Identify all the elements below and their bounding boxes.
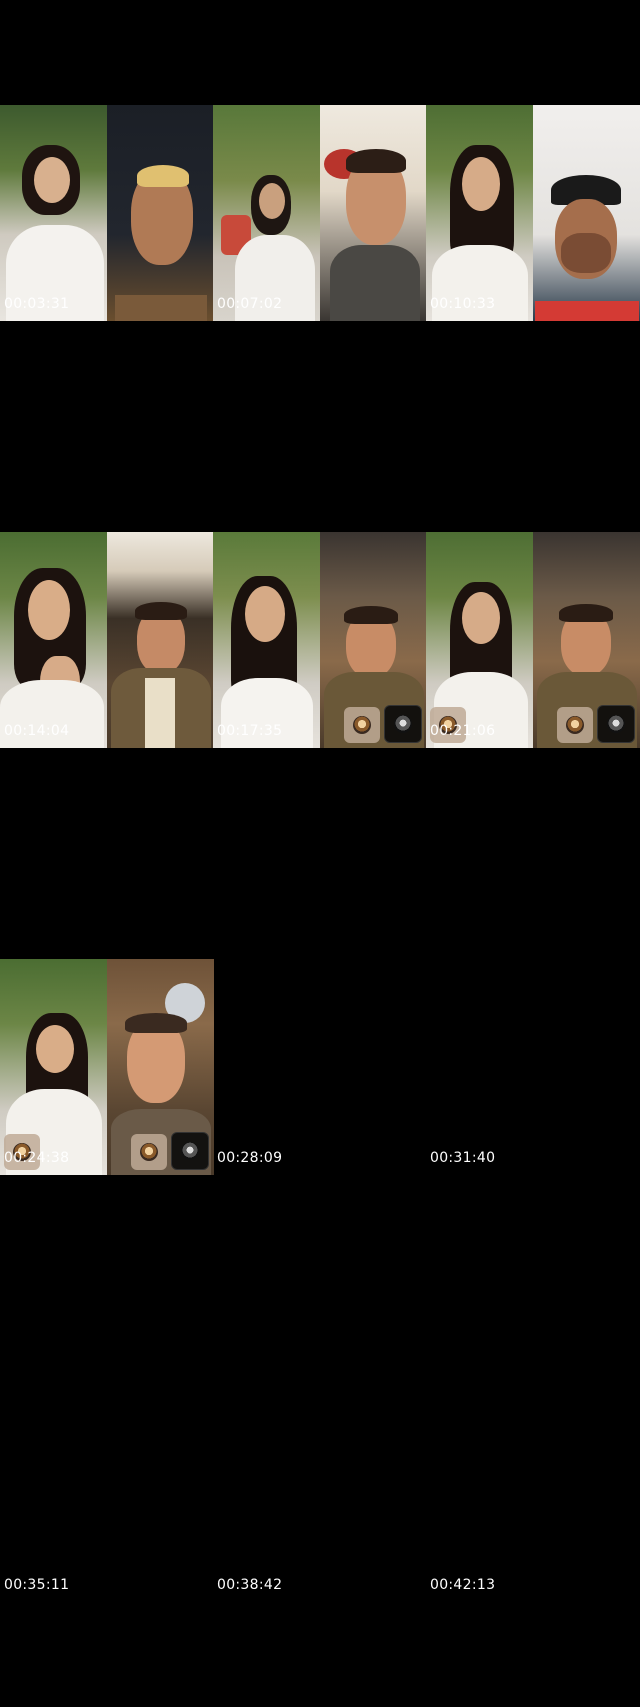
- timestamp-label: 00:42:13: [430, 1577, 496, 1593]
- thumbnail-row-1: 00:03:31 00:07:02 00:10:33: [0, 0, 640, 426]
- avatar-icon: [566, 716, 585, 734]
- contact-sheet: 00:03:31 00:07:02 00:10:33 00:14:04 00:1…: [0, 0, 640, 1707]
- video-frame-thumbnail[interactable]: [319, 532, 427, 748]
- timestamp-label: 00:14:04: [4, 723, 70, 739]
- video-frame-thumbnail[interactable]: [426, 532, 534, 748]
- video-frame-thumbnail[interactable]: [213, 532, 321, 748]
- avatar-icon: [139, 1143, 158, 1161]
- camera-icon: [180, 1142, 199, 1160]
- timestamp-label: 00:10:33: [430, 296, 496, 312]
- camera-icon: [393, 715, 412, 733]
- thumbnail-strip-2: [0, 532, 640, 748]
- timestamp-label: 00:31:40: [430, 1150, 496, 1166]
- camera-icon: [607, 715, 626, 733]
- video-frame-thumbnail[interactable]: [106, 105, 214, 321]
- timestamp-label: 00:03:31: [4, 296, 70, 312]
- reaction-button[interactable]: [557, 707, 594, 743]
- timestamp-label: 00:35:11: [4, 1577, 70, 1593]
- thumbnail-row-4: 00:35:11 00:38:42 00:42:13: [0, 1281, 640, 1707]
- camera-button[interactable]: [170, 1132, 209, 1170]
- timestamp-label: 00:28:09: [217, 1150, 283, 1166]
- video-frame-thumbnail[interactable]: [106, 959, 214, 1175]
- timestamp-label: 00:17:35: [217, 723, 283, 739]
- video-frame-thumbnail[interactable]: [319, 105, 427, 321]
- reaction-button[interactable]: [130, 1134, 167, 1170]
- avatar-icon: [352, 716, 371, 734]
- timestamp-label: 00:21:06: [430, 723, 496, 739]
- thumbnail-strip-3: [0, 959, 214, 1175]
- camera-button[interactable]: [383, 705, 422, 743]
- video-frame-thumbnail[interactable]: [106, 532, 214, 748]
- video-frame-thumbnail[interactable]: [0, 532, 107, 748]
- reaction-button[interactable]: [343, 707, 380, 743]
- thumbnail-row-3: 00:24:38 00:28:09 00:31:40: [0, 854, 640, 1280]
- video-frame-thumbnail[interactable]: [0, 105, 107, 321]
- camera-button[interactable]: [597, 705, 636, 743]
- video-frame-thumbnail[interactable]: [533, 532, 640, 748]
- timestamp-label: 00:24:38: [4, 1150, 70, 1166]
- video-frame-thumbnail[interactable]: [426, 105, 534, 321]
- video-frame-thumbnail[interactable]: [0, 959, 107, 1175]
- thumbnail-row-2: 00:14:04 00:17:35 00:21:06: [0, 427, 640, 853]
- timestamp-label: 00:07:02: [217, 296, 283, 312]
- thumbnail-strip-1: [0, 105, 640, 321]
- video-frame-thumbnail[interactable]: [213, 105, 321, 321]
- video-frame-thumbnail[interactable]: [533, 105, 640, 321]
- timestamp-label: 00:38:42: [217, 1577, 283, 1593]
